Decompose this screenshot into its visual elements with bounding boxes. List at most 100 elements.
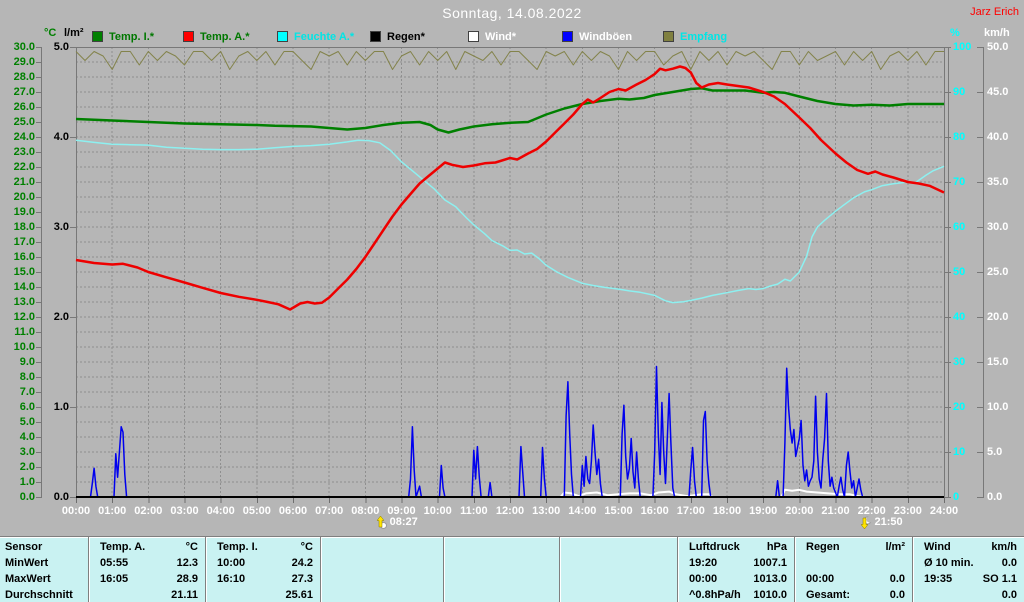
x-axis-tick: 11:00 (460, 505, 488, 517)
temp-axis-tick: 0.0 (19, 491, 35, 503)
table-row-label: MaxWert (5, 573, 51, 585)
temp-axis-tick: 24.0 (13, 131, 35, 143)
x-axis-tick: 17:00 (676, 505, 705, 517)
temp-axis-tick: 27.0 (13, 86, 35, 98)
wind-axis-tick: 0.0 (987, 491, 1003, 503)
humidity-axis-tick: 30 (953, 356, 966, 368)
cell-time: 19:35 (924, 573, 953, 585)
cell-value: 27.3 (291, 573, 313, 585)
table-column-header: Regen l/m² (795, 539, 912, 555)
legend-item-tempi: Temp. I.* (92, 30, 154, 43)
temp-axis-tick: 17.0 (13, 236, 35, 248)
table-column-empty (320, 537, 443, 602)
wind-axis-tick: 10.0 (987, 401, 1009, 413)
temp-axis-tick: 2.0 (19, 461, 35, 473)
left-axis-unit-lm2: l/m² (64, 27, 84, 39)
rain-axis-tick: 0.0 (53, 491, 69, 503)
temp-axis-tick: 18.0 (13, 221, 35, 233)
sunrise-time: 08:27 (389, 516, 418, 528)
cell-time: Ø 10 min. (924, 557, 974, 569)
x-axis-tick: 02:00 (134, 505, 163, 517)
cell-value: 1007.1 (753, 557, 787, 569)
legend-label: Empfang (680, 30, 728, 43)
legend-swatch-icon (562, 31, 573, 42)
wind-axis-tick: 15.0 (987, 356, 1009, 368)
legend-label: Regen* (387, 30, 425, 43)
sunrise-marker: 08:27 (376, 516, 418, 529)
table-cell-row: 00:00 0.0 (795, 571, 912, 587)
table-cell-row (321, 571, 443, 587)
table-column-header: Temp. I. °C (206, 539, 320, 555)
wind-axis-tick: 35.0 (987, 176, 1009, 188)
humidity-axis-tick: 10 (953, 446, 966, 458)
table-cell-row (444, 571, 559, 587)
legend-label: Wind* (485, 30, 517, 43)
legend-label: Temp. A.* (200, 30, 250, 43)
legend-label: Temp. I.* (109, 30, 155, 43)
cell-time: ^0.8hPa/h (689, 589, 741, 601)
cell-value: 1010.0 (753, 589, 787, 601)
rain-axis-tick: 5.0 (53, 41, 69, 53)
x-axis-tick: 21:00 (821, 505, 850, 517)
cell-value: 0.0 (1001, 557, 1017, 569)
legend-item-wind: Wind* (468, 30, 516, 43)
temp-axis-tick: 29.0 (13, 56, 35, 68)
column-unit: °C (300, 541, 313, 553)
legend-swatch-icon (468, 31, 479, 42)
cell-time: 10:00 (217, 557, 246, 569)
table-column-luftdruck: Luftdruck hPa 19:20 1007.1 00:00 1013.0 ^0.8hP… (677, 537, 794, 602)
x-axis-tick: 13:00 (532, 505, 561, 517)
table-column-empty (443, 537, 559, 602)
cell-value: SO 1.1 (982, 573, 1017, 585)
temp-axis-tick: 20.0 (13, 191, 35, 203)
legend-item-tempa: Temp. A.* (183, 30, 250, 43)
wind-axis-tick: 20.0 (987, 311, 1009, 323)
column-unit: hPa (766, 541, 787, 553)
x-axis-tick: 18:00 (712, 505, 742, 517)
table-row-labels-column: Sensor MinWert MaxWert Durchschnitt (0, 537, 88, 602)
temp-axis-tick: 26.0 (13, 101, 35, 113)
column-title: Temp. I. (217, 541, 258, 553)
temp-axis-tick: 16.0 (13, 251, 35, 263)
legend-swatch-icon (370, 31, 381, 42)
x-axis-tick: 19:00 (749, 505, 778, 517)
table-cell-row (321, 555, 443, 571)
legend-label: Feuchte A.* (294, 30, 355, 43)
wind-axis-tick: 45.0 (987, 86, 1009, 98)
temp-axis-tick: 5.0 (19, 416, 35, 428)
legend-swatch-icon (277, 31, 288, 42)
humidity-axis-tick: 50 (953, 266, 966, 278)
owner-label: Jarz Erich (970, 6, 1019, 18)
rain-axis-tick: 4.0 (53, 131, 69, 143)
cell-value: 0.0 (889, 573, 905, 585)
sunset-time: 21:50 (874, 516, 903, 528)
right-axis-unit-percent: % (950, 27, 960, 39)
cell-time: 00:00 (689, 573, 718, 585)
summary-table: Sensor MinWert MaxWert Durchschnitt Temp. A.… (0, 536, 1024, 602)
x-axis-tick: 03:00 (170, 505, 199, 517)
humidity-axis-tick: 60 (953, 221, 966, 233)
column-unit: l/m² (885, 541, 905, 553)
cell-time: 16:10 (217, 573, 246, 585)
sunset-icon (860, 516, 873, 529)
legend-swatch-icon (183, 31, 194, 42)
x-axis-tick: 05:00 (242, 505, 271, 517)
temp-axis-tick: 19.0 (13, 206, 35, 218)
table-cell-row: 0.0 (913, 587, 1024, 602)
wind-axis-tick: 5.0 (987, 446, 1003, 458)
humidity-axis-tick: 70 (953, 176, 966, 188)
wind-axis-tick: 50.0 (987, 41, 1009, 53)
x-axis-tick: 15:00 (604, 505, 633, 517)
sunrise-icon (376, 516, 387, 529)
table-cell-row: 19:35 SO 1.1 (913, 571, 1024, 587)
x-axis-tick: 01:00 (98, 505, 127, 517)
temp-axis-tick: 11.0 (14, 326, 35, 338)
cell-time: 19:20 (689, 557, 718, 569)
humidity-axis-tick: 20 (953, 401, 966, 413)
table-column-tempa: Temp. A. °C 05:55 12.3 16:05 28.9 21.11 (88, 537, 205, 602)
x-axis-tick: 16:00 (640, 505, 669, 517)
temp-axis-tick: 22.0 (13, 161, 35, 173)
table-cell-row: 16:05 28.9 (89, 571, 205, 587)
table-cell-row (444, 587, 559, 602)
cell-value: 0.0 (889, 589, 905, 601)
